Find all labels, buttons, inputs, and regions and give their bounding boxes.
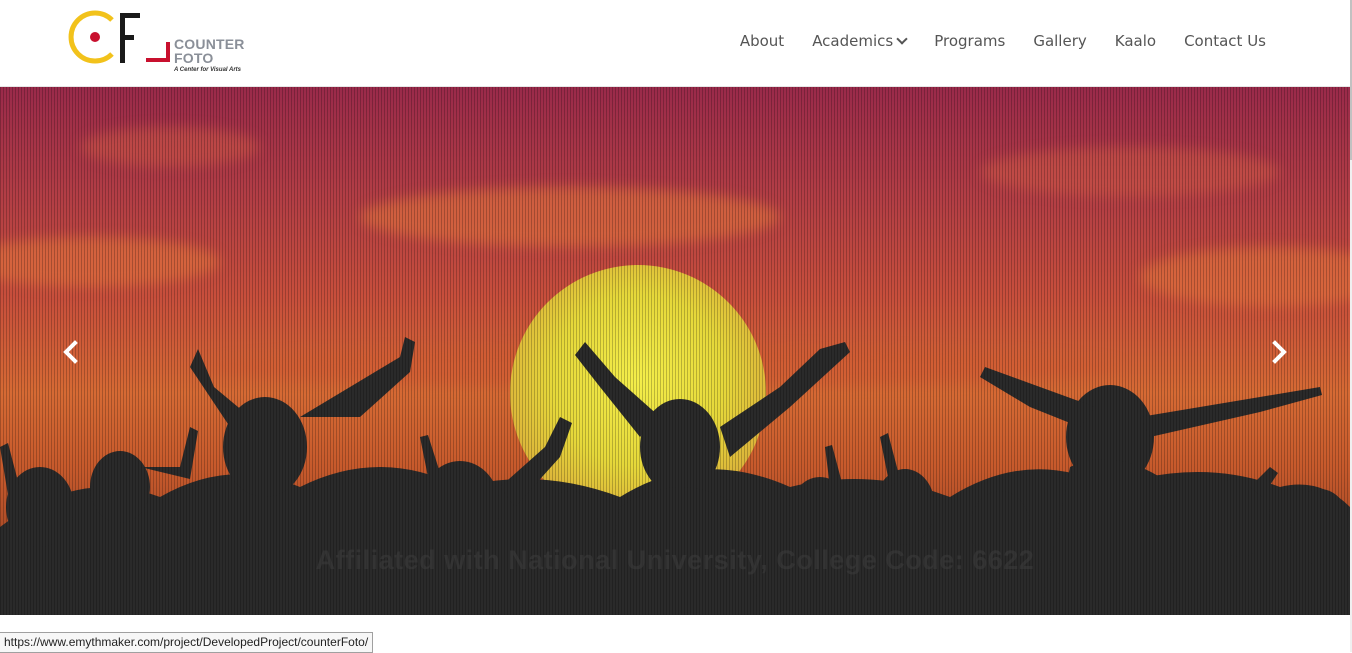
crowd-silhouette [0, 337, 1350, 615]
nav-item-label: Contact Us [1184, 32, 1266, 50]
chevron-down-icon [896, 33, 908, 45]
nav-item-label: Academics [812, 32, 894, 50]
nav-item-contact-us[interactable]: Contact Us [1184, 32, 1266, 50]
nav-item-gallery[interactable]: Gallery [1033, 32, 1086, 50]
nav-item-label: About [739, 32, 785, 50]
nav-item-label: Kaalo [1114, 32, 1157, 50]
carousel-next-button[interactable] [1264, 337, 1294, 367]
carousel-prev-button[interactable] [56, 337, 86, 367]
brand-logo[interactable]: COUNTER FOTO A Center for Visual Arts [68, 10, 258, 78]
nav-item-kaalo[interactable]: Kaalo [1115, 32, 1156, 50]
brand-name-line2: FOTO [174, 50, 214, 66]
brand-tagline: A Center for Visual Arts [174, 67, 242, 73]
hero-carousel: Affiliated with National University, Col… [0, 87, 1350, 615]
nav-item-programs[interactable]: Programs [934, 32, 1005, 50]
hero-caption: Affiliated with National University, Col… [315, 545, 1035, 575]
chevron-right-icon [1272, 340, 1287, 364]
nav-item-label: Gallery [1033, 32, 1087, 50]
site-header: COUNTER FOTO A Center for Visual Arts Ab… [0, 0, 1350, 87]
nav-item-label: Programs [934, 32, 1006, 50]
chevron-left-icon [63, 340, 78, 364]
nav-item-academics[interactable]: Academics [812, 32, 908, 50]
cf-logo-mark-icon [68, 10, 170, 64]
main-nav: About Academics Programs Gallery Kaalo C… [712, 32, 1266, 50]
nav-item-about[interactable]: About [740, 32, 784, 50]
browser-status-bar: https://www.emythmaker.com/project/Devel… [0, 632, 374, 653]
